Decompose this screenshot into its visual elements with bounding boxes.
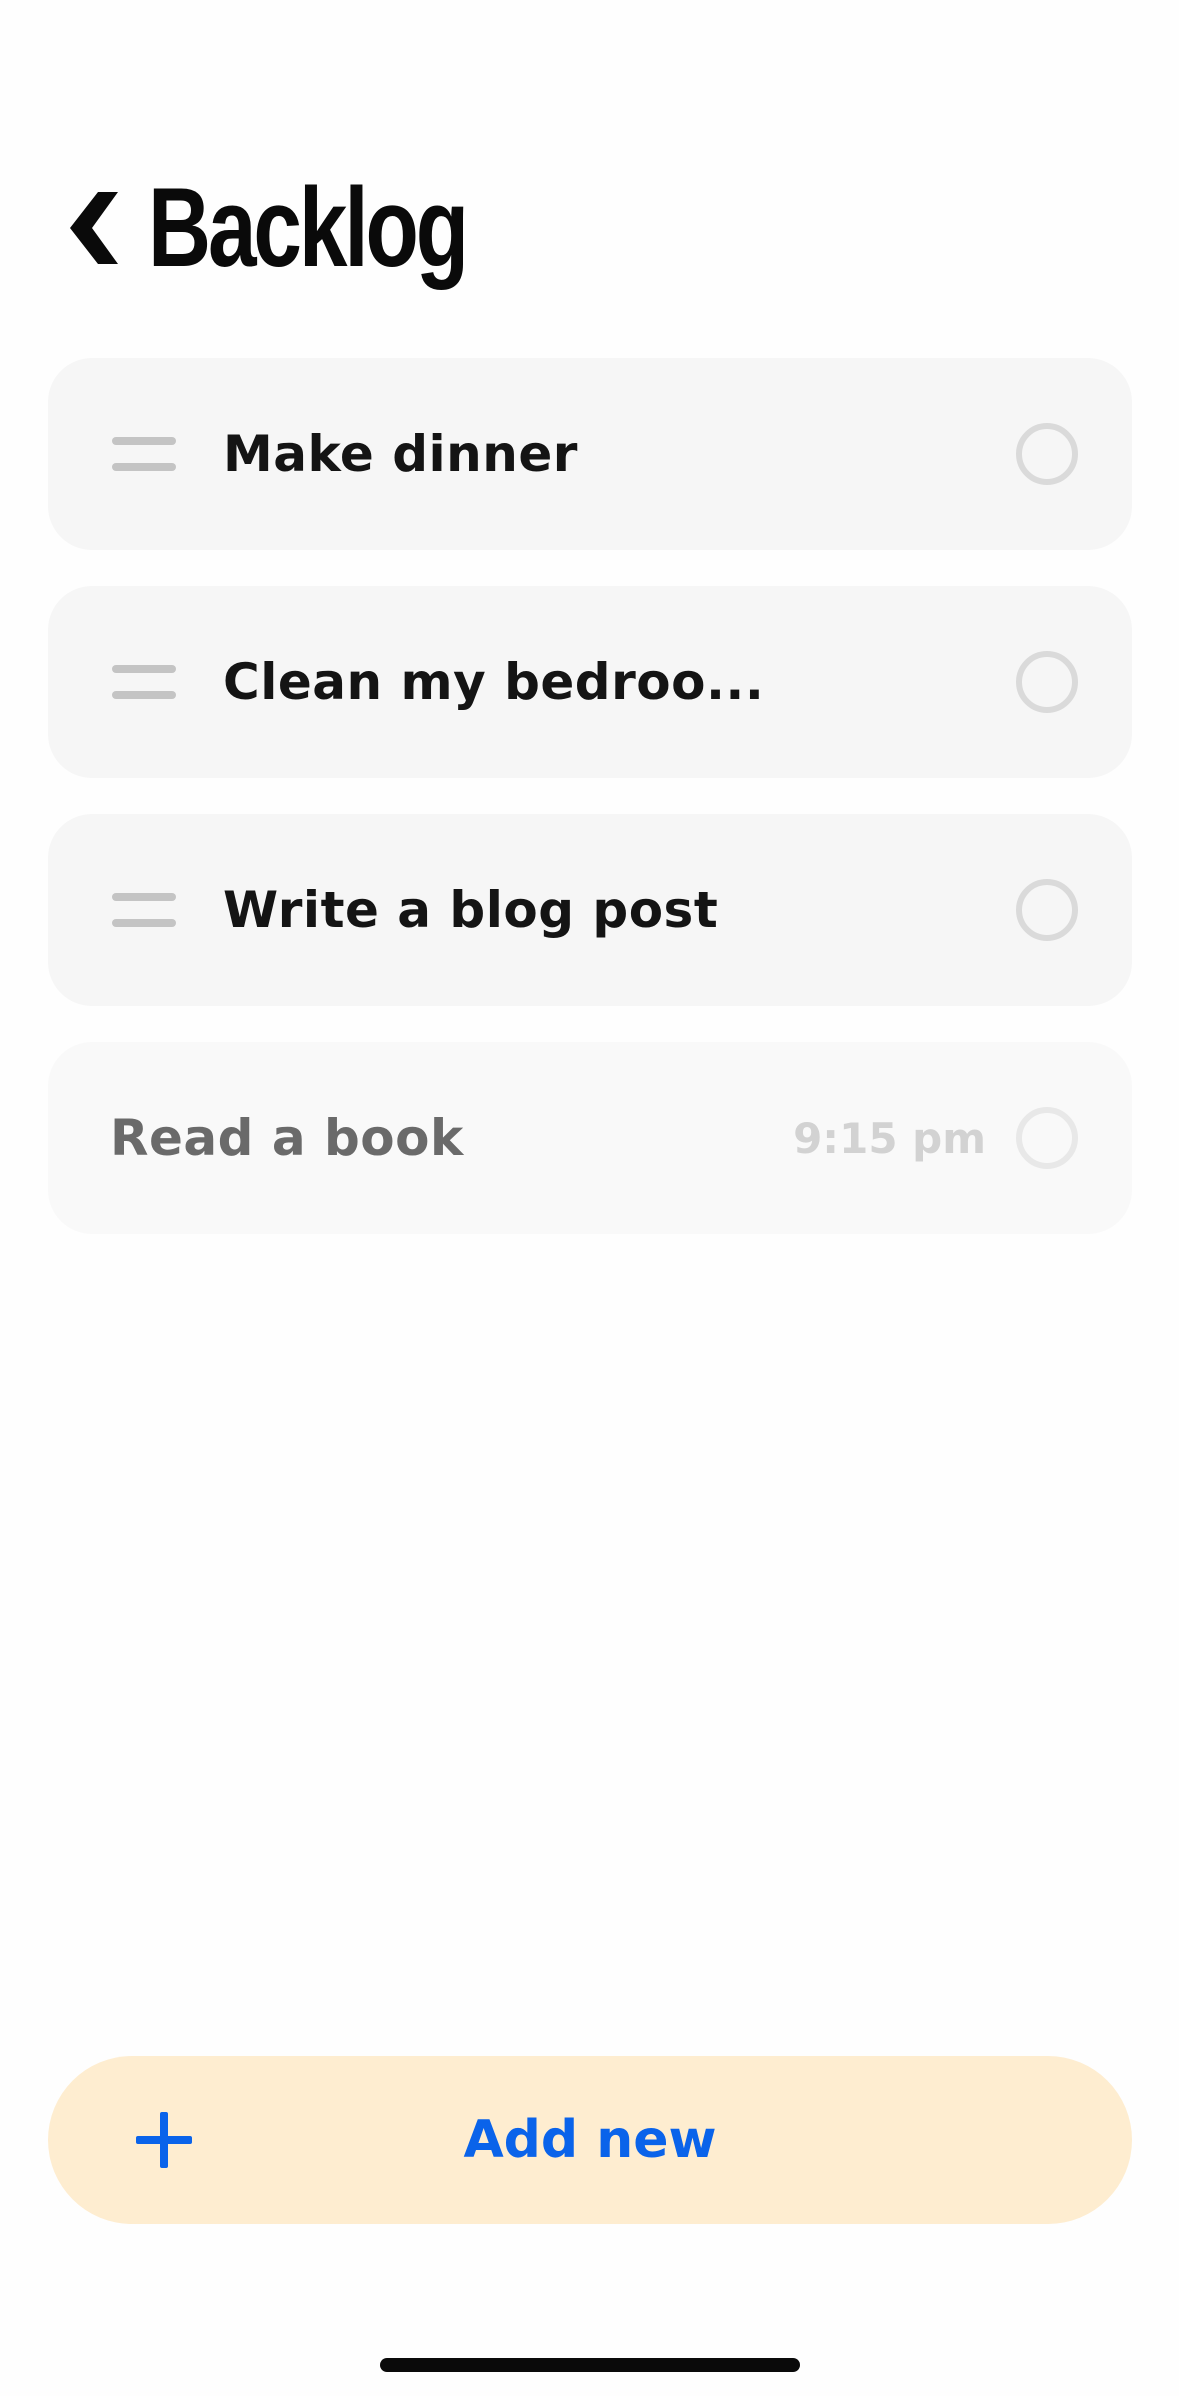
page-title: Backlog	[148, 164, 469, 290]
task-label: Clean my bedroo...	[223, 653, 765, 711]
add-new-button[interactable]: Add new	[48, 2056, 1132, 2224]
complete-checkbox[interactable]	[1016, 1107, 1078, 1169]
task-label: Make dinner	[223, 425, 578, 483]
complete-checkbox[interactable]	[1016, 651, 1078, 713]
task-label: Read a book	[110, 1109, 464, 1167]
complete-checkbox[interactable]	[1016, 423, 1078, 485]
task-card[interactable]: Clean my bedroo...	[48, 586, 1132, 778]
task-card[interactable]: Make dinner	[48, 358, 1132, 550]
task-card[interactable]: Write a blog post	[48, 814, 1132, 1006]
add-new-label: Add new	[463, 2110, 717, 2170]
complete-checkbox[interactable]	[1016, 879, 1078, 941]
task-card[interactable]: Read a book 9:15 pm	[48, 1042, 1132, 1234]
drag-handle-icon[interactable]	[112, 437, 176, 471]
chevron-left-icon	[70, 191, 118, 264]
task-list: Make dinner Clean my bedroo... Write a b…	[48, 358, 1132, 1270]
plus-icon	[136, 2112, 192, 2168]
header: Backlog	[68, 160, 556, 295]
drag-handle-icon[interactable]	[112, 893, 176, 927]
drag-handle-icon[interactable]	[112, 665, 176, 699]
back-button[interactable]	[68, 183, 130, 273]
task-label: Write a blog post	[223, 881, 719, 939]
task-time: 9:15 pm	[793, 1113, 986, 1163]
home-indicator[interactable]	[380, 2358, 800, 2372]
